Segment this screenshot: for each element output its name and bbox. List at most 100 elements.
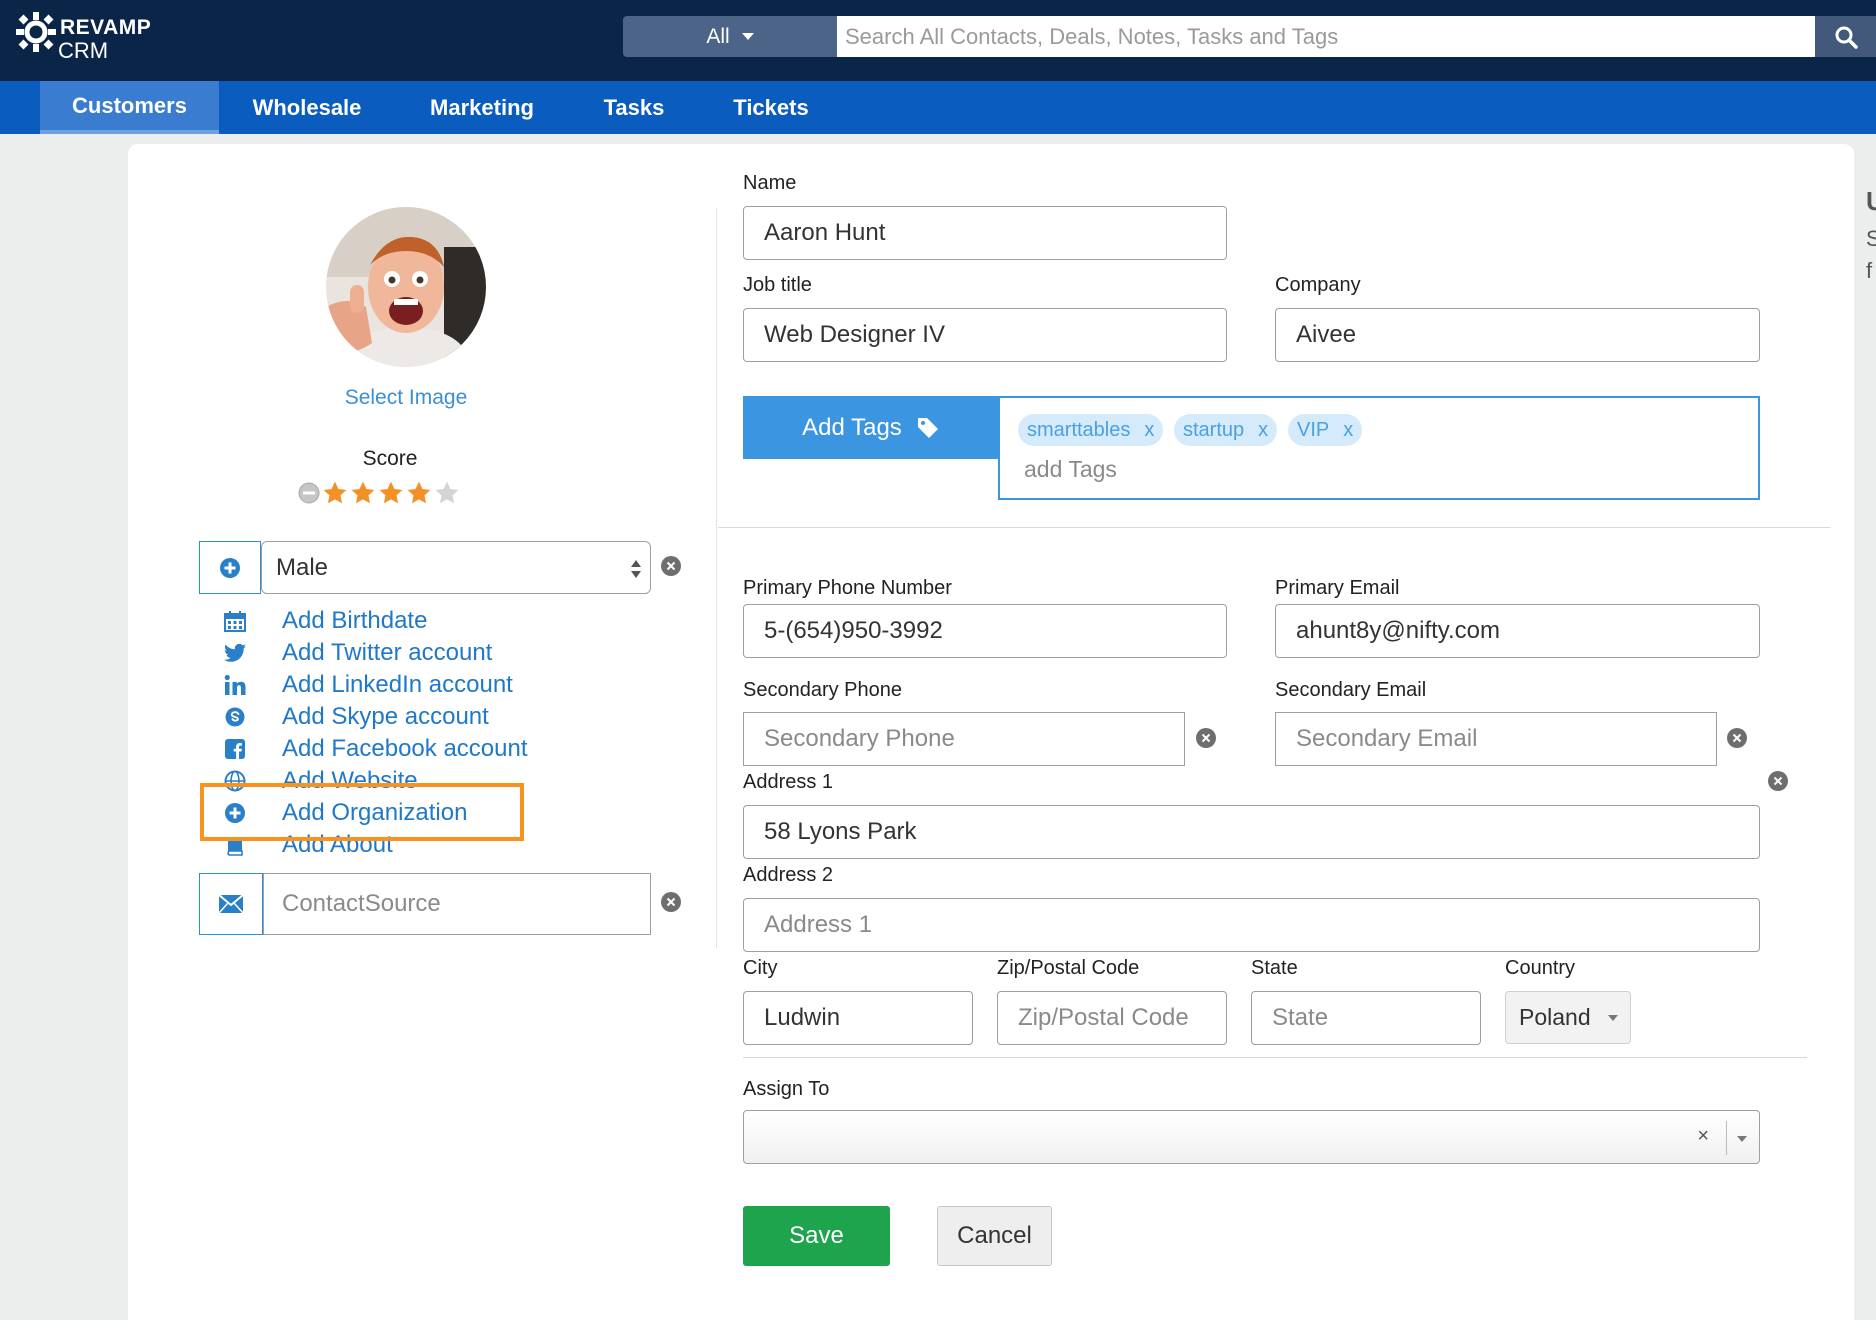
add-tags-label: Add Tags <box>802 413 902 441</box>
score-label: Score <box>362 447 418 470</box>
linkedin-icon <box>222 672 248 698</box>
add-skype-link[interactable]: Add Skype account <box>222 702 489 732</box>
tag-remove-button[interactable]: x <box>1343 419 1353 442</box>
brand-name: REVAMP <box>60 16 152 39</box>
state-label: State <box>1251 957 1298 979</box>
address2-input[interactable] <box>743 898 1760 952</box>
assign-to-select[interactable]: × <box>743 1110 1760 1164</box>
top-header: REVAMP CRM All <box>0 0 1876 81</box>
add-birthdate-label: Add Birthdate <box>282 607 428 634</box>
country-select[interactable]: Poland <box>1505 991 1631 1044</box>
secondary-phone-label: Secondary Phone <box>743 679 903 701</box>
edge-text: U <box>1866 186 1876 216</box>
tag-remove-button[interactable]: x <box>1144 419 1154 442</box>
plus-circle-icon <box>220 557 240 578</box>
search-input[interactable] <box>837 16 1815 57</box>
tab-marketing[interactable]: Marketing <box>418 81 546 134</box>
edge-text: S <box>1866 226 1876 251</box>
tag-label: VIP <box>1297 418 1330 441</box>
tab-tickets[interactable]: Tickets <box>720 81 822 134</box>
city-label: City <box>743 957 778 979</box>
calendar-icon <box>222 608 248 634</box>
tag-chip: startup x <box>1174 414 1278 446</box>
tag-remove-button[interactable]: x <box>1258 419 1268 442</box>
section-divider <box>743 1057 1807 1058</box>
tags-placeholder: add Tags <box>1024 456 1117 482</box>
star-empty-icon[interactable] <box>434 480 460 506</box>
star-icon[interactable] <box>378 480 404 506</box>
highlight-annotation-box <box>200 783 524 841</box>
star-rating[interactable] <box>298 479 460 507</box>
tag-label: smarttables <box>1027 418 1131 441</box>
add-tags-button[interactable]: Add Tags <box>743 396 999 459</box>
cancel-button[interactable]: Cancel <box>937 1206 1052 1266</box>
gender-select[interactable]: Male <box>261 541 651 594</box>
chevron-down-icon <box>741 33 754 40</box>
tags-input-box[interactable]: smarttables x startup x VIP x add Tags <box>998 396 1760 500</box>
address1-label: Address 1 <box>743 771 834 793</box>
envelope-addon[interactable] <box>199 873 263 935</box>
select-updown-icon <box>631 560 641 578</box>
select-separator <box>1726 1121 1727 1155</box>
tag-chip: VIP x <box>1288 414 1363 446</box>
gender-clear-icon[interactable] <box>661 556 681 576</box>
skype-icon <box>222 704 248 730</box>
avatar[interactable] <box>326 207 486 367</box>
primary-email-input[interactable] <box>1275 604 1760 658</box>
tag-icon <box>917 417 938 438</box>
twitter-icon <box>222 640 248 666</box>
save-button[interactable]: Save <box>743 1206 890 1266</box>
contact-source-clear-icon[interactable] <box>661 892 681 912</box>
select-image-link[interactable]: Select Image <box>300 386 512 410</box>
primary-phone-input[interactable] <box>743 604 1227 658</box>
gender-field: Male <box>199 541 651 594</box>
tab-tasks[interactable]: Tasks <box>590 81 678 134</box>
assign-to-label: Assign To <box>743 1078 830 1100</box>
add-linkedin-link[interactable]: Add LinkedIn account <box>222 670 513 700</box>
chevron-down-icon[interactable] <box>1737 1136 1747 1142</box>
zip-input[interactable] <box>997 991 1227 1045</box>
edge-text: f <box>1866 258 1873 283</box>
job-title-input[interactable] <box>743 308 1227 362</box>
company-label: Company <box>1275 274 1361 296</box>
star-icon[interactable] <box>350 480 376 506</box>
star-icon[interactable] <box>406 480 432 506</box>
tab-customers[interactable]: Customers <box>40 81 219 134</box>
gender-add-button[interactable] <box>199 541 261 594</box>
country-value: Poland <box>1519 1004 1591 1030</box>
brand-logo[interactable]: REVAMP CRM <box>14 10 174 63</box>
name-label: Name <box>743 172 797 194</box>
secondary-email-label: Secondary Email <box>1275 679 1427 701</box>
name-input[interactable] <box>743 206 1227 260</box>
job-title-label: Job title <box>743 274 812 296</box>
secondary-email-clear-icon[interactable] <box>1727 728 1747 748</box>
secondary-email-input[interactable] <box>1275 712 1717 766</box>
add-birthdate-link[interactable]: Add Birthdate <box>222 606 427 636</box>
main-nav: Customers Wholesale Marketing Tasks Tick… <box>0 81 1876 134</box>
add-twitter-link[interactable]: Add Twitter account <box>222 638 492 668</box>
avatar-photo <box>326 207 486 367</box>
secondary-phone-clear-icon[interactable] <box>1196 728 1216 748</box>
add-facebook-link[interactable]: Add Facebook account <box>222 734 528 764</box>
reset-score-icon[interactable] <box>298 482 320 504</box>
star-icon[interactable] <box>322 480 348 506</box>
add-skype-label: Add Skype account <box>282 703 489 730</box>
primary-phone-label: Primary Phone Number <box>743 577 952 599</box>
address1-input[interactable] <box>743 805 1760 859</box>
assign-clear-icon[interactable]: × <box>1697 1125 1709 1148</box>
company-input[interactable] <box>1275 308 1760 362</box>
gender-value: Male <box>276 553 329 581</box>
zip-label: Zip/Postal Code <box>997 957 1140 979</box>
envelope-icon <box>218 894 244 914</box>
secondary-phone-input[interactable] <box>743 712 1185 766</box>
search-scope-dropdown[interactable]: All <box>623 16 837 57</box>
section-divider <box>718 527 1830 528</box>
search-button[interactable] <box>1815 16 1876 57</box>
contact-source-input[interactable] <box>263 873 651 935</box>
tab-wholesale[interactable]: Wholesale <box>238 81 376 134</box>
state-input[interactable] <box>1251 991 1481 1045</box>
contact-source-field <box>199 873 651 935</box>
city-input[interactable] <box>743 991 973 1045</box>
address-clear-icon[interactable] <box>1768 771 1788 791</box>
brand-subname: CRM <box>58 38 109 63</box>
